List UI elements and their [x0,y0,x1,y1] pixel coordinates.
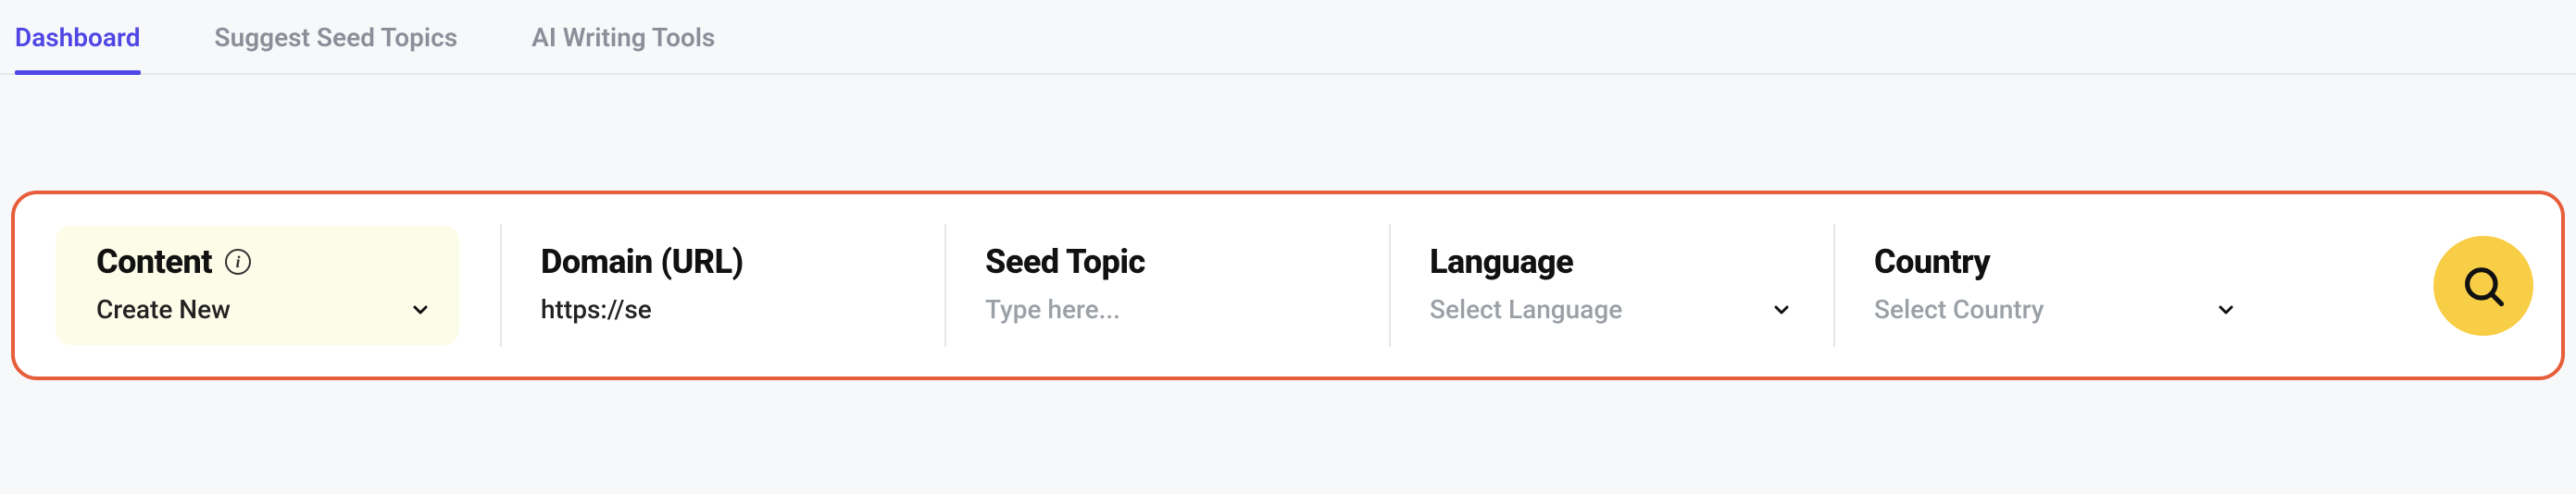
seed-topic-label: Seed Topic [985,242,1145,281]
search-icon [2459,262,2507,310]
tab-suggest-seed-topics[interactable]: Suggest Seed Topics [215,22,458,73]
language-label: Language [1430,242,1573,281]
domain-field[interactable]: Domain (URL) [500,216,944,354]
domain-input[interactable] [541,294,904,325]
country-value: Select Country [1874,294,2045,325]
seed-topic-input[interactable] [985,294,1348,325]
country-label: Country [1874,242,1990,281]
content-value: Create New [96,294,231,325]
chevron-down-icon [1770,299,1793,321]
chevron-down-icon [409,299,431,321]
content-field[interactable]: Content i Create New [56,216,500,354]
country-field[interactable]: Country Select Country [1833,216,2278,354]
content-label: Content [96,242,212,281]
tabs-row: Dashboard Suggest Seed Topics AI Writing… [0,0,2576,75]
language-value: Select Language [1430,294,1622,325]
info-icon[interactable]: i [225,249,251,275]
domain-label: Domain (URL) [541,242,744,281]
tab-ai-writing-tools[interactable]: AI Writing Tools [531,22,715,73]
seed-topic-field[interactable]: Seed Topic [944,216,1389,354]
tab-dashboard[interactable]: Dashboard [15,22,141,73]
search-button[interactable] [2433,236,2533,336]
search-form-row: Content i Create New Domain (URL) Seed T… [11,191,2565,380]
language-field[interactable]: Language Select Language [1389,216,1833,354]
chevron-down-icon [2215,299,2237,321]
